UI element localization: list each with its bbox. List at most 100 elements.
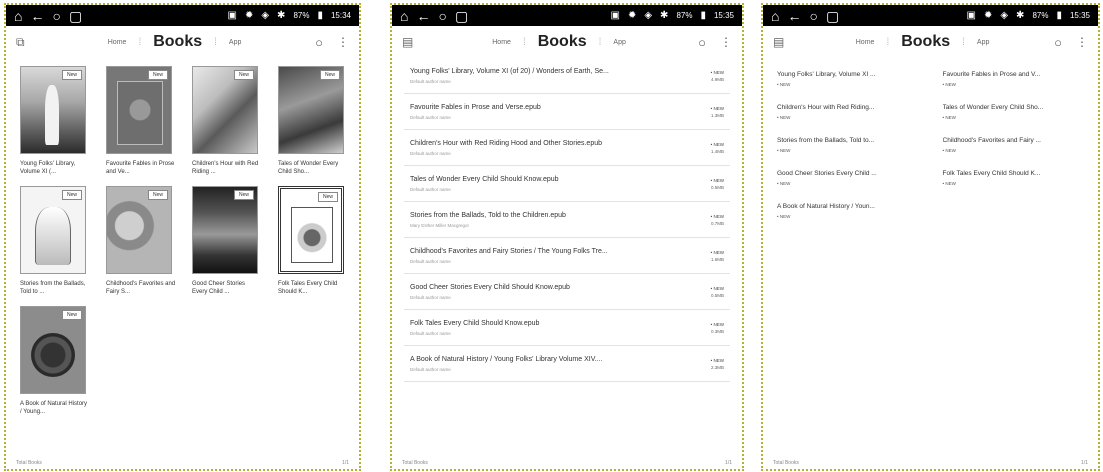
- more-options-icon[interactable]: ⋮: [1076, 35, 1088, 49]
- book-title: Folk Tales Every Child Should Know.epub: [410, 319, 540, 327]
- home-tab[interactable]: Home: [856, 39, 875, 46]
- book-title: Young Folks' Library, Volume XI (of 20) …: [410, 67, 609, 75]
- file-size: 1.3MB: [710, 112, 724, 118]
- back-icon[interactable]: ←: [416, 9, 430, 23]
- book-title: Children's Hour with Red Riding Hood and…: [410, 139, 602, 147]
- book-title: Tales of Wonder Every Child Sho...: [278, 161, 339, 175]
- list-item[interactable]: Tales of Wonder Every Child Should Know.…: [404, 166, 730, 202]
- book-cover[interactable]: New: [106, 186, 172, 274]
- more-options-icon[interactable]: ⋮: [337, 35, 349, 49]
- bluetooth-icon: ✱: [1016, 9, 1025, 21]
- book-cover[interactable]: New: [278, 66, 344, 154]
- file-size: 1.4MB: [710, 148, 724, 154]
- home-icon[interactable]: ⌂: [14, 9, 22, 23]
- list-item[interactable]: Stories from the Ballads, Told to the Ch…: [404, 202, 730, 238]
- book-title: Favourite Fables in Prose and V...: [942, 70, 1041, 78]
- book-cover[interactable]: New: [20, 186, 86, 274]
- book-card[interactable]: New Young Folks' Library, Volume XI (...: [20, 66, 96, 176]
- library-icon[interactable]: ▤: [773, 35, 791, 49]
- list-item[interactable]: Folk Tales Every Child Should K... • NEW: [943, 161, 1085, 194]
- book-card[interactable]: New A Book of Natural History / Young...: [20, 306, 96, 416]
- clock: 15:34: [330, 10, 351, 20]
- book-author: Default author name: [410, 294, 451, 300]
- new-indicator: • NEW: [710, 357, 724, 363]
- new-indicator: • NEW: [777, 114, 791, 120]
- refresh-icon[interactable]: ○: [52, 9, 60, 23]
- refresh-icon[interactable]: ○: [809, 9, 817, 23]
- battery-icon: ▮: [1056, 9, 1062, 21]
- book-card[interactable]: New Folk Tales Every Child Should K...: [278, 186, 354, 296]
- book-cover[interactable]: New: [192, 66, 258, 154]
- book-author: Default author name: [410, 258, 451, 264]
- back-icon[interactable]: ←: [787, 9, 801, 23]
- list-item[interactable]: Stories from the Ballads, Told to... • NE…: [777, 128, 919, 161]
- book-title: Young Folks' Library, Volume XI ...: [777, 70, 876, 78]
- list-item[interactable]: Folk Tales Every Child Should Know.epub D…: [404, 310, 730, 346]
- recent-apps-icon[interactable]: ▢: [69, 9, 82, 23]
- list-item[interactable]: Childhood's Favorites and Fairy ... • NEW: [943, 128, 1085, 161]
- list-item[interactable]: Children's Hour with Red Riding... • NEW: [777, 95, 919, 128]
- new-indicator: • NEW: [777, 147, 791, 153]
- book-card[interactable]: New Stories from the Ballads, Told to ..…: [20, 186, 96, 296]
- book-card[interactable]: New Childhood's Favorites and Fairy S...: [106, 186, 182, 296]
- separator: ⁞: [522, 36, 526, 48]
- book-card[interactable]: New Good Cheer Stories Every Child ...: [192, 186, 268, 296]
- recent-apps-icon[interactable]: ▢: [826, 9, 839, 23]
- search-icon[interactable]: ○: [315, 35, 323, 50]
- refresh-icon[interactable]: ○: [438, 9, 446, 23]
- grid-view-screen: ⌂ ← ○ ▢ ▣ ✹ ◈ ✱ 87% ▮ 15:34 ⧉ Home ⁞ Boo…: [4, 3, 361, 471]
- book-cover[interactable]: New: [278, 186, 344, 274]
- recent-apps-icon[interactable]: ▢: [455, 9, 468, 23]
- home-icon[interactable]: ⌂: [771, 9, 779, 23]
- book-cover[interactable]: New: [106, 66, 172, 154]
- list-item[interactable]: A Book of Natural History / Young Folks'…: [404, 346, 730, 382]
- new-badge: New: [61, 310, 82, 320]
- list-item[interactable]: Favourite Fables in Prose and Verse.epub…: [404, 94, 730, 130]
- book-card[interactable]: New Children's Hour with Red Riding ...: [192, 66, 268, 176]
- list-item[interactable]: Children's Hour with Red Riding Hood and…: [404, 130, 730, 166]
- new-badge: New: [233, 190, 254, 200]
- separator: ⁞: [214, 36, 217, 48]
- list-item[interactable]: Tales of Wonder Every Child Sho... • NEW: [943, 95, 1085, 128]
- app-tab[interactable]: App: [613, 39, 625, 46]
- book-author: Mary Esther Miller Macgregor: [410, 222, 470, 228]
- list-item[interactable]: A Book of Natural History / Youn... • NEW: [777, 194, 919, 227]
- more-options-icon[interactable]: ⋮: [720, 35, 732, 49]
- page-title: Books: [901, 33, 951, 50]
- new-indicator: • NEW: [710, 69, 724, 75]
- brightness-icon: ✹: [983, 9, 993, 21]
- search-icon[interactable]: ○: [1054, 35, 1062, 50]
- search-icon[interactable]: ○: [698, 35, 706, 50]
- book-author: Default author name: [410, 78, 451, 84]
- library-icon[interactable]: ▤: [402, 35, 420, 49]
- book-cover[interactable]: New: [20, 306, 86, 394]
- list-item[interactable]: Good Cheer Stories Every Child Should Kn…: [404, 274, 730, 310]
- book-cover[interactable]: New: [20, 66, 86, 154]
- list-item[interactable]: Favourite Fables in Prose and V... • NEW: [943, 62, 1085, 95]
- home-tab[interactable]: Home: [108, 39, 127, 46]
- book-cover[interactable]: New: [192, 186, 258, 274]
- library-icon[interactable]: ⧉: [16, 35, 34, 50]
- new-indicator: • NEW: [710, 249, 724, 255]
- book-author: Default author name: [410, 114, 451, 120]
- separator: ⁞: [138, 36, 142, 48]
- home-icon[interactable]: ⌂: [400, 9, 408, 23]
- list-item[interactable]: Young Folks' Library, Volume XI ... • NEW: [777, 62, 919, 95]
- list-item[interactable]: Young Folks' Library, Volume XI (of 20) …: [404, 58, 730, 94]
- book-card[interactable]: New Favourite Fables in Prose and Ve...: [106, 66, 182, 176]
- app-tab[interactable]: App: [229, 39, 241, 46]
- book-title: A Book of Natural History / Young...: [20, 401, 88, 415]
- new-badge: New: [319, 70, 340, 80]
- book-card[interactable]: New Tales of Wonder Every Child Sho...: [278, 66, 354, 176]
- wifi-icon: ◈: [644, 9, 653, 21]
- home-tab[interactable]: Home: [492, 39, 511, 46]
- app-tab[interactable]: App: [977, 39, 989, 46]
- book-compact-list: Young Folks' Library, Volume XI ... • NEW…: [763, 58, 1098, 227]
- separator: ⁞: [962, 36, 965, 48]
- list-item[interactable]: Childhood's Favorites and Fairy Stories …: [404, 238, 730, 274]
- book-grid: New Young Folks' Library, Volume XI (...…: [6, 58, 359, 416]
- back-icon[interactable]: ←: [30, 9, 44, 23]
- list-item[interactable]: Good Cheer Stories Every Child ... • NEW: [777, 161, 919, 194]
- book-author: Default author name: [410, 330, 451, 336]
- new-indicator: • NEW: [710, 321, 724, 327]
